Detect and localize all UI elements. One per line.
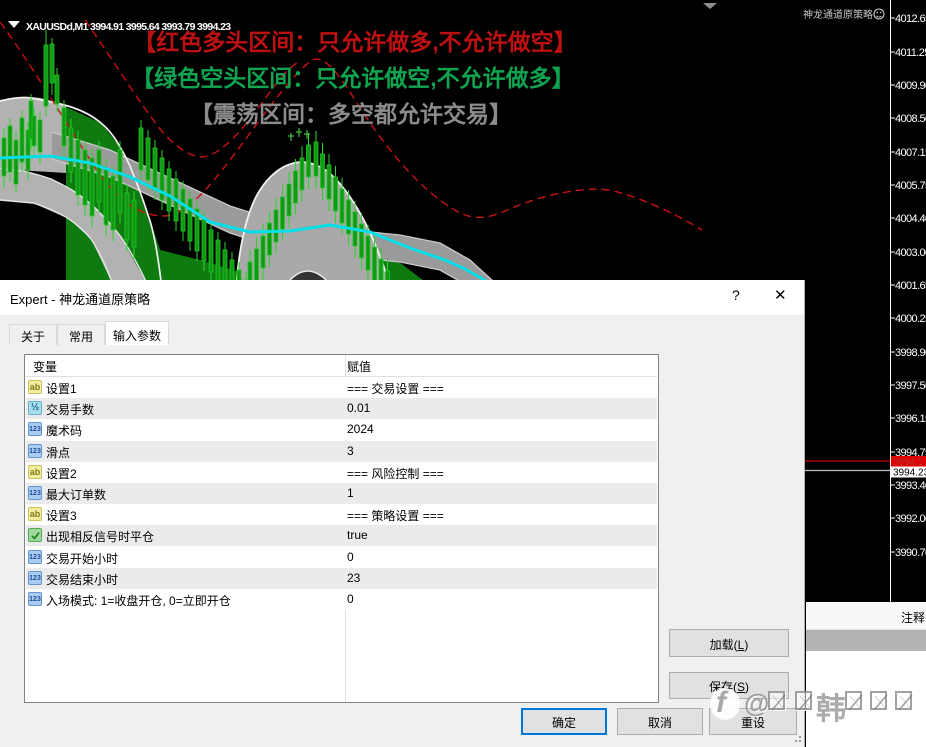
svg-text:【绿色空头区间：只允许做空,不允许做多】: 【绿色空头区间：只允许做空,不允许做多】 — [131, 65, 574, 91]
svg-text:4000.25: 4000.25 — [895, 313, 926, 325]
svg-text:3994.5: 3994.5 — [893, 457, 924, 468]
svg-text:3996.15: 3996.15 — [895, 413, 926, 425]
svg-text:【红色多头区间：只允许做多,不允许做空】: 【红色多头区间：只允许做多,不允许做空】 — [133, 29, 576, 55]
svg-text:4008.50: 4008.50 — [895, 113, 926, 125]
svg-text:4011.25: 4011.25 — [895, 47, 926, 59]
svg-text:4012.65: 4012.65 — [895, 13, 926, 25]
svg-text:3992.00: 3992.00 — [895, 513, 926, 525]
svg-text:3997.50: 3997.50 — [895, 380, 926, 392]
svg-text:4005.75: 4005.75 — [895, 180, 926, 192]
svg-text:4003.00: 4003.00 — [895, 247, 926, 259]
svg-text:神龙通道原策略: 神龙通道原策略 — [803, 8, 873, 21]
svg-text:3993.40: 3993.40 — [895, 480, 926, 492]
svg-text:4004.40: 4004.40 — [895, 213, 926, 225]
svg-text:3990.70: 3990.70 — [895, 547, 926, 559]
svg-text:4007.15: 4007.15 — [895, 147, 926, 159]
svg-text:3998.90: 3998.90 — [895, 347, 926, 359]
svg-text:【震荡区间：多空都允许交易】: 【震荡区间：多空都允许交易】 — [190, 101, 512, 127]
svg-text:4001.65: 4001.65 — [895, 280, 926, 292]
svg-text:4009.90: 4009.90 — [895, 80, 926, 92]
svg-text:3994.23: 3994.23 — [893, 468, 926, 479]
